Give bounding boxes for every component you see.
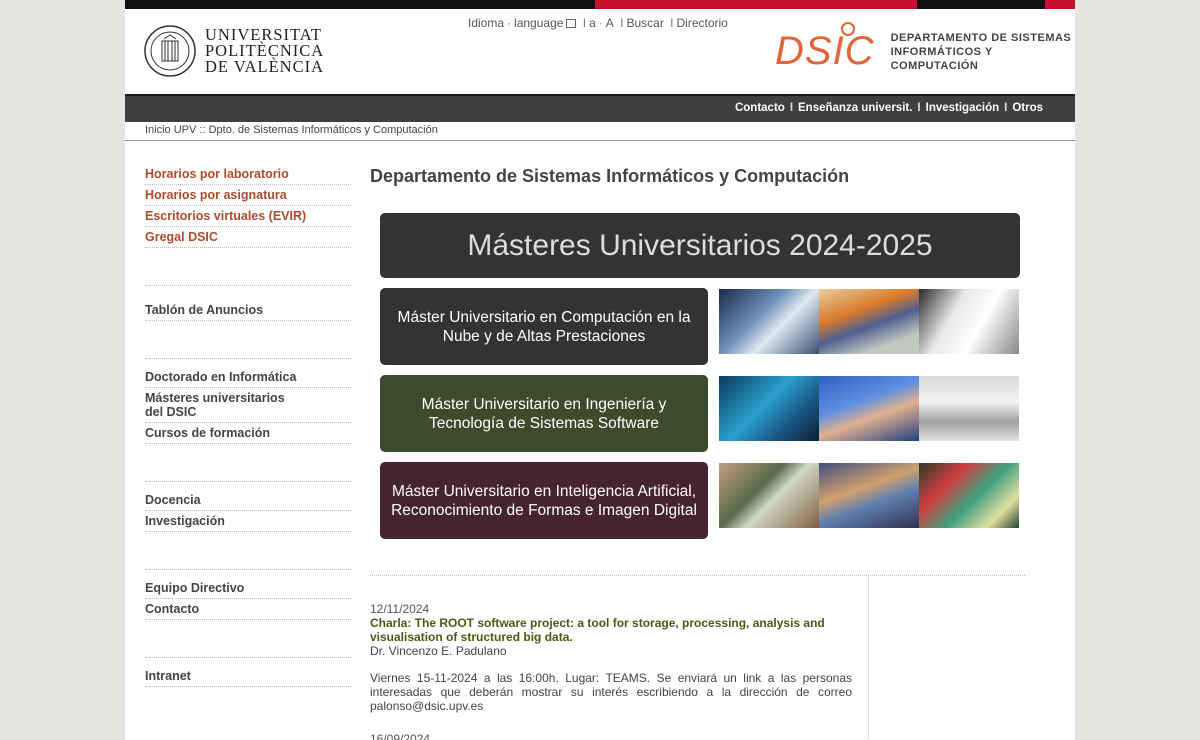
master-row-software: Máster Universitario en Ingeniería y Tec… (380, 375, 1020, 452)
page-title: Departamento de Sistemas Informáticos y … (370, 166, 850, 186)
masters-banner-label: Másteres Universitarios 2024-2025 (467, 228, 933, 262)
news-body: Viernes 15-11-2024 a las 16:00h. Lugar: … (370, 671, 852, 713)
sidebar-item-escritorios-virtuales[interactable]: Escritorios virtuales (EVIR) (145, 206, 351, 227)
dsic-dot-icon (841, 22, 855, 36)
news-author: Dr. Vincenzo E. Padulano (370, 644, 507, 658)
language-dropdown-icon[interactable] (566, 19, 577, 28)
language-link[interactable]: language (514, 16, 563, 30)
master-row-ai: Máster Universitario en Inteligencia Art… (380, 462, 1020, 539)
sidebar-item-doctorado[interactable]: Doctorado en Informática (145, 367, 351, 388)
nav-contacto[interactable]: Contacto (735, 102, 785, 114)
vr-person-image (819, 463, 919, 528)
sidebar: Horarios por laboratorio Horarios por as… (145, 164, 351, 687)
sidebar-item-cursos[interactable]: Cursos de formación (145, 423, 351, 444)
dsic-mark: DSIC (775, 22, 875, 74)
news-headline[interactable]: Charla: The ROOT software project: a too… (370, 616, 852, 644)
breadcrumb[interactable]: Inicio UPV :: Dpto. de Sistemas Informát… (145, 124, 438, 136)
idioma-link[interactable]: Idioma (468, 16, 504, 30)
directorio-link[interactable]: Directorio (677, 16, 728, 30)
master-software-button[interactable]: Máster Universitario en Ingeniería y Tec… (380, 375, 708, 452)
nav-ensenanza[interactable]: Enseñanza universit. (798, 102, 912, 114)
mouse-hand-image (719, 376, 819, 441)
tablet-hands-image (719, 463, 819, 528)
master-ai-images[interactable] (719, 463, 1019, 528)
upv-seal-icon (144, 25, 196, 77)
sidebar-item-horarios-laboratorio[interactable]: Horarios por laboratorio (145, 164, 351, 185)
master-row-cloud: Máster Universitario en Computación en l… (380, 288, 1020, 365)
sidebar-item-intranet[interactable]: Intranet (145, 666, 351, 687)
main-nav-bar: Contacto I Enseñanza universit. I Investigac… (125, 94, 1075, 122)
dsic-logo[interactable]: DSIC DEPARTAMENTO DE SISTEMAS INFORMÁTIC… (775, 22, 1075, 74)
divider (125, 140, 1075, 141)
master-cloud-images[interactable] (719, 289, 1019, 354)
top-color-strip (125, 0, 1075, 9)
font-small-link[interactable]: a (589, 16, 596, 30)
news-list: 12/11/2024 Charla: The ROOT software pro… (370, 602, 852, 740)
sidebar-item-masteres[interactable]: Másteres universitarios del DSIC (145, 388, 351, 423)
sidebar-item-tablon[interactable]: Tablón de Anuncios (145, 300, 351, 321)
page: UNIVERSITAT POLITÈCNICA DE VALÈNCIA Idio… (125, 0, 1075, 740)
masters-banner[interactable]: Másteres Universitarios 2024-2025 (380, 213, 1020, 278)
news-divider (370, 575, 1025, 576)
news-column-divider (868, 575, 869, 740)
sidebar-item-contacto[interactable]: Contacto (145, 599, 351, 620)
master-ai-button[interactable]: Máster Universitario en Inteligencia Art… (380, 462, 708, 539)
master-cloud-button[interactable]: Máster Universitario en Computación en l… (380, 288, 708, 365)
dsic-name: DEPARTAMENTO DE SISTEMAS INFORMÁTICOS Y … (890, 31, 1072, 72)
upv-name: UNIVERSITAT POLITÈCNICA DE VALÈNCIA (205, 25, 325, 76)
sidebar-item-horarios-asignatura[interactable]: Horarios por asignatura (145, 185, 351, 206)
news-date: 12/11/2024 (370, 602, 430, 616)
header: UNIVERSITAT POLITÈCNICA DE VALÈNCIA Idio… (125, 9, 1075, 94)
mesh-model-image (919, 289, 1019, 354)
upv-logo[interactable]: UNIVERSITAT POLITÈCNICA DE VALÈNCIA (143, 24, 324, 78)
sidebar-item-docencia[interactable]: Docencia (145, 490, 351, 511)
data-storage-image (919, 463, 1019, 528)
computer-lab-image (919, 376, 1019, 441)
sidebar-item-equipo-directivo[interactable]: Equipo Directivo (145, 578, 351, 599)
keyboard-hands-image (819, 376, 919, 441)
server-rack-image (719, 289, 819, 354)
sidebar-item-investigacion[interactable]: Investigación (145, 511, 351, 532)
nav-otros[interactable]: Otros (1012, 102, 1043, 114)
sidebar-item-gregal[interactable]: Gregal DSIC (145, 227, 351, 248)
buscar-link[interactable]: Buscar (626, 16, 663, 30)
master-software-images[interactable] (719, 376, 1019, 441)
network-cables-image (819, 289, 919, 354)
font-large-link[interactable]: A (606, 16, 614, 30)
top-links: Idioma · language Ia · A I Buscar I Directorio (468, 16, 728, 30)
news-date-next: 16/09/2024 (370, 732, 431, 740)
nav-investigacion[interactable]: Investigación (926, 102, 1000, 114)
